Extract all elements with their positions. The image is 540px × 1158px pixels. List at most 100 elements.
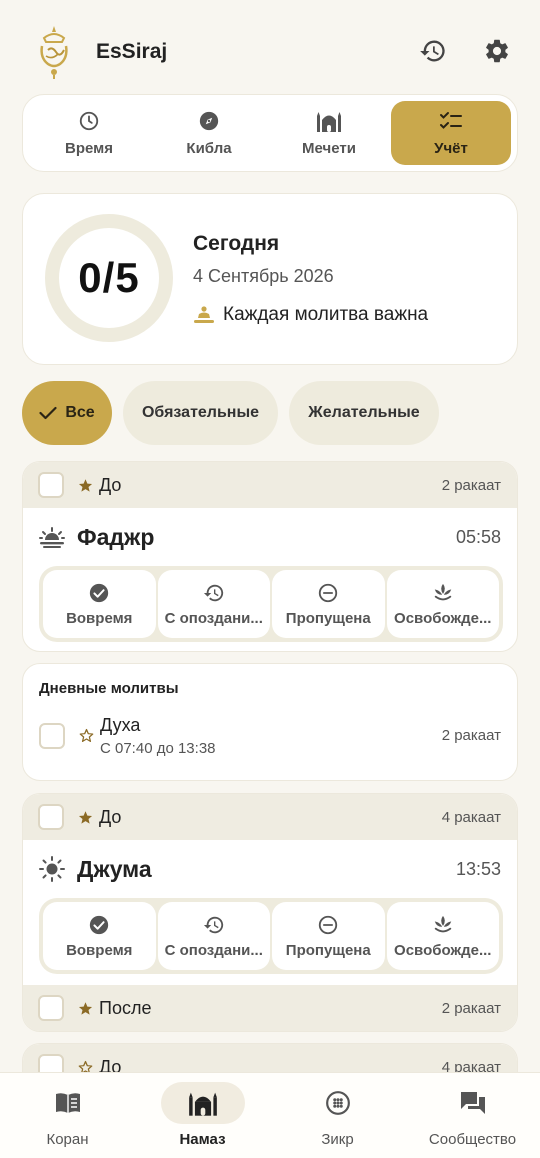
filter-obligatory-label: Обязательные <box>141 404 260 421</box>
star-filled-icon <box>78 1001 93 1015</box>
history-button[interactable] <box>416 34 450 68</box>
nav-community-pill <box>431 1082 515 1124</box>
settings-button[interactable] <box>480 34 514 68</box>
status-exempt-button[interactable]: Освобожде... <box>386 570 499 638</box>
sunnah-row: До 2 ракаат <box>23 462 517 508</box>
status-late-label: С опоздани... <box>164 609 263 627</box>
checkmark-icon <box>39 406 57 420</box>
nav-zikr-label: Зикр <box>321 1131 354 1148</box>
lotus-icon <box>434 583 451 600</box>
daily-summary-card: 0/5 Сегодня 4 Сентябрь 2026 Каждая молит… <box>22 193 518 365</box>
status-exempt-label: Освобожде... <box>394 609 492 627</box>
prayer-name: Фаджр <box>77 523 155 550</box>
minus-circle-icon <box>319 583 338 602</box>
status-selector: Вовремя С опоздани... Пропущена Освобожд… <box>39 898 503 974</box>
daily-prayers-card: Дневные молитвы Духа С 07:40 до 13:38 2 … <box>22 663 518 781</box>
status-on-time-label: Вовремя <box>66 609 133 627</box>
lotus-icon <box>434 915 451 932</box>
status-on-time-button[interactable]: Вовремя <box>43 570 156 638</box>
filter-recommended[interactable]: Желательные <box>289 381 439 445</box>
nav-zikr-pill <box>296 1082 380 1124</box>
prayer-card-jumua: До 4 ракаат Джума 13:53 Вовремя С опозда… <box>22 793 518 1032</box>
tab-mosques-label: Мечети <box>302 139 356 157</box>
current-date: 4 Сентябрь 2026 <box>193 266 334 286</box>
tasbih-icon <box>325 1091 350 1115</box>
prayer-row: Джума 13:53 <box>23 840 517 898</box>
app-logo <box>34 24 74 80</box>
gear-icon <box>486 39 508 63</box>
history-icon <box>420 40 445 62</box>
sunnah-checkbox[interactable] <box>38 804 64 830</box>
duha-name: Духа <box>100 715 141 735</box>
nav-namaz[interactable]: Намаз <box>135 1073 270 1158</box>
tab-time-label: Время <box>65 139 113 157</box>
motto-text: Каждая молитва важна <box>223 304 429 325</box>
status-missed-button[interactable]: Пропущена <box>272 902 385 970</box>
checklist-icon <box>440 111 462 129</box>
rakaat-count: 2 ракаат <box>441 727 501 744</box>
history-icon <box>203 916 223 933</box>
tab-tracking[interactable]: Учёт <box>391 101 511 165</box>
filter-all-label: Все <box>65 404 95 421</box>
bottom-navigation: Коран Намаз Зикр Сообщество <box>0 1072 540 1158</box>
nav-namaz-pill <box>160 1082 245 1124</box>
chat-icon <box>460 1092 485 1114</box>
tab-qibla[interactable]: Кибла <box>149 101 269 165</box>
praying-person-icon <box>194 306 214 323</box>
status-missed-label: Пропущена <box>285 941 371 959</box>
sunnah-checkbox[interactable] <box>38 995 64 1021</box>
sunnah-checkbox[interactable] <box>38 472 64 498</box>
star-filled-icon <box>78 478 93 492</box>
star-outline-icon <box>79 728 94 742</box>
section-tabs: Время Кибла Мечети Учёт <box>22 94 518 172</box>
minus-circle-icon <box>319 915 338 934</box>
status-on-time-button[interactable]: Вовремя <box>43 902 156 970</box>
progress-ring: 0/5 <box>45 214 173 342</box>
check-circle-icon <box>90 583 109 602</box>
prayer-time: 05:58 <box>455 526 501 547</box>
tab-time[interactable]: Время <box>29 101 149 165</box>
filter-obligatory[interactable]: Обязательные <box>123 381 278 445</box>
duha-checkbox[interactable] <box>39 723 65 749</box>
nav-quran-label: Коран <box>46 1131 89 1148</box>
nav-zikr[interactable]: Зикр <box>270 1073 405 1158</box>
duha-time-range: С 07:40 до 13:38 <box>100 740 216 757</box>
tab-mosques[interactable]: Мечети <box>269 101 389 165</box>
compass-icon <box>199 111 219 130</box>
tab-tracking-label: Учёт <box>434 139 468 157</box>
app-title: EsSiraj <box>96 40 168 63</box>
today-heading: Сегодня <box>193 232 280 255</box>
status-missed-label: Пропущена <box>285 609 371 627</box>
mosque-icon <box>188 1092 217 1116</box>
status-exempt-label: Освобожде... <box>394 941 492 959</box>
sun-icon <box>39 856 65 882</box>
mosque-icon <box>317 111 341 132</box>
history-icon <box>203 584 223 601</box>
status-exempt-button[interactable]: Освобожде... <box>386 902 499 970</box>
prayer-time: 13:53 <box>455 858 501 879</box>
rakaat-count: 4 ракаат <box>441 808 501 826</box>
star-filled-icon <box>78 810 93 824</box>
status-late-button[interactable]: С опоздани... <box>157 902 270 970</box>
check-circle-icon <box>90 915 109 934</box>
sunnah-row: После 2 ракаат <box>23 985 517 1031</box>
rakaat-count: 2 ракаат <box>441 999 501 1017</box>
rakaat-count: 2 ракаат <box>441 476 501 494</box>
filter-all[interactable]: Все <box>22 381 112 445</box>
nav-community[interactable]: Сообщество <box>405 1073 540 1158</box>
status-late-label: С опоздани... <box>164 941 263 959</box>
status-missed-button[interactable]: Пропущена <box>272 570 385 638</box>
clock-icon <box>79 111 99 130</box>
status-on-time-label: Вовремя <box>66 941 133 959</box>
nav-community-label: Сообщество <box>428 1131 517 1148</box>
status-selector: Вовремя С опоздани... Пропущена Освобожд… <box>39 566 503 642</box>
prayer-name: Джума <box>77 855 152 882</box>
status-late-button[interactable]: С опоздани... <box>157 570 270 638</box>
nav-quran[interactable]: Коран <box>0 1073 135 1158</box>
progress-count: 0/5 <box>78 254 140 301</box>
sunnah-label: После <box>99 997 152 1018</box>
prayer-card-fajr: До 2 ракаат Фаджр 05:58 Вовремя С опозда… <box>22 461 518 652</box>
nav-quran-pill <box>26 1082 110 1124</box>
nav-namaz-label: Намаз <box>179 1131 226 1148</box>
sunnah-row: До 4 ракаат <box>23 794 517 840</box>
